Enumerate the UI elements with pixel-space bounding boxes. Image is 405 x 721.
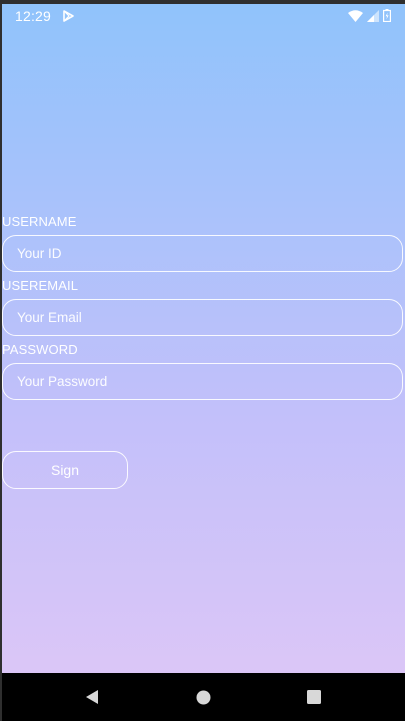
play-store-icon — [63, 10, 74, 22]
recents-icon — [307, 690, 321, 704]
password-label: PASSWORD — [2, 342, 78, 357]
useremail-field-box — [2, 299, 403, 336]
sign-button[interactable]: Sign — [2, 451, 128, 489]
app-screen: 12:29 USERNAME Your ID USEREMAIL Your Em… — [2, 4, 405, 673]
recents-button[interactable] — [302, 685, 326, 709]
wifi-icon — [348, 9, 363, 22]
back-button[interactable] — [80, 685, 104, 709]
useremail-input[interactable] — [3, 300, 402, 335]
back-icon — [86, 690, 98, 704]
username-field-box — [2, 235, 403, 272]
status-bar: 12:29 — [2, 4, 405, 28]
useremail-label: USEREMAIL — [2, 278, 79, 293]
password-field-box — [2, 363, 403, 400]
device-frame: 12:29 USERNAME Your ID USEREMAIL Your Em… — [2, 4, 405, 721]
home-button[interactable] — [191, 685, 215, 709]
status-time: 12:29 — [15, 8, 52, 24]
username-input[interactable] — [3, 236, 402, 271]
status-icons — [348, 9, 391, 22]
username-label: USERNAME — [2, 214, 77, 229]
navigation-bar — [2, 673, 405, 721]
home-icon — [196, 690, 210, 704]
battery-icon — [383, 9, 391, 22]
signal-icon — [367, 9, 379, 22]
password-input[interactable] — [3, 364, 402, 399]
